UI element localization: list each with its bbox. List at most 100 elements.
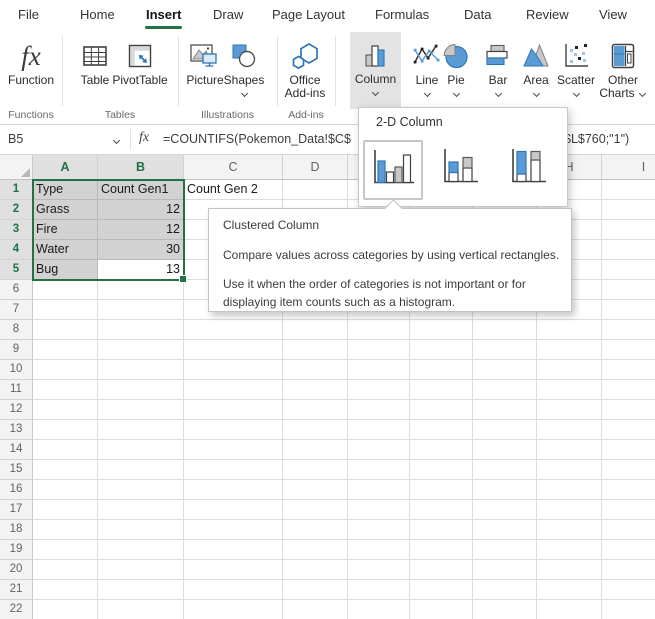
column-header-C[interactable]: C bbox=[184, 155, 283, 180]
cell-D21[interactable] bbox=[283, 580, 348, 600]
cell-B14[interactable] bbox=[98, 440, 184, 460]
cell-A18[interactable] bbox=[33, 520, 98, 540]
cell-C17[interactable] bbox=[184, 500, 283, 520]
cell-C11[interactable] bbox=[184, 380, 283, 400]
tab-review[interactable]: Review bbox=[526, 0, 569, 29]
cell-F15[interactable] bbox=[410, 460, 473, 480]
cell-D10[interactable] bbox=[283, 360, 348, 380]
cell-G11[interactable] bbox=[473, 380, 537, 400]
cell-C21[interactable] bbox=[184, 580, 283, 600]
cell-E13[interactable] bbox=[348, 420, 410, 440]
row-header-20[interactable]: 20 bbox=[0, 560, 33, 580]
row-header-5[interactable]: 5 bbox=[0, 260, 33, 280]
cell-F10[interactable] bbox=[410, 360, 473, 380]
pivottable-button[interactable]: PivotTable bbox=[112, 33, 168, 87]
cell-A7[interactable] bbox=[33, 300, 98, 320]
table-button[interactable]: Table bbox=[75, 33, 115, 87]
cell-B9[interactable] bbox=[98, 340, 184, 360]
cell-B7[interactable] bbox=[98, 300, 184, 320]
cell-I13[interactable] bbox=[602, 420, 655, 440]
column-header-I[interactable]: I bbox=[602, 155, 655, 180]
row-header-2[interactable]: 2 bbox=[0, 200, 33, 220]
cell-A14[interactable] bbox=[33, 440, 98, 460]
cell-G18[interactable] bbox=[473, 520, 537, 540]
cell-I6[interactable] bbox=[602, 280, 655, 300]
tab-home[interactable]: Home bbox=[80, 0, 115, 29]
cell-C20[interactable] bbox=[184, 560, 283, 580]
cell-B3[interactable]: 12 bbox=[98, 220, 184, 240]
cell-B13[interactable] bbox=[98, 420, 184, 440]
cell-I8[interactable] bbox=[602, 320, 655, 340]
tab-draw[interactable]: Draw bbox=[213, 0, 243, 29]
cell-B10[interactable] bbox=[98, 360, 184, 380]
cell-D15[interactable] bbox=[283, 460, 348, 480]
cell-B12[interactable] bbox=[98, 400, 184, 420]
cell-A13[interactable] bbox=[33, 420, 98, 440]
cell-G21[interactable] bbox=[473, 580, 537, 600]
cell-C15[interactable] bbox=[184, 460, 283, 480]
cell-A19[interactable] bbox=[33, 540, 98, 560]
cell-B15[interactable] bbox=[98, 460, 184, 480]
cell-F20[interactable] bbox=[410, 560, 473, 580]
cell-A8[interactable] bbox=[33, 320, 98, 340]
cell-A15[interactable] bbox=[33, 460, 98, 480]
cell-F9[interactable] bbox=[410, 340, 473, 360]
column-header-D[interactable]: D bbox=[283, 155, 348, 180]
cell-A16[interactable] bbox=[33, 480, 98, 500]
function-button[interactable]: fx Function bbox=[4, 33, 58, 87]
cell-H10[interactable] bbox=[537, 360, 602, 380]
formula-text-right[interactable]: $L$760;"1") bbox=[564, 132, 629, 146]
cell-G12[interactable] bbox=[473, 400, 537, 420]
cell-F8[interactable] bbox=[410, 320, 473, 340]
chevron-down-icon[interactable] bbox=[112, 138, 121, 144]
cell-I21[interactable] bbox=[602, 580, 655, 600]
column-header-B[interactable]: B bbox=[98, 155, 184, 180]
cell-I2[interactable] bbox=[602, 200, 655, 220]
row-header-14[interactable]: 14 bbox=[0, 440, 33, 460]
cell-I17[interactable] bbox=[602, 500, 655, 520]
cell-B19[interactable] bbox=[98, 540, 184, 560]
select-all-corner[interactable] bbox=[0, 155, 33, 180]
row-header-15[interactable]: 15 bbox=[0, 460, 33, 480]
cell-F12[interactable] bbox=[410, 400, 473, 420]
cell-A21[interactable] bbox=[33, 580, 98, 600]
cell-G14[interactable] bbox=[473, 440, 537, 460]
row-header-16[interactable]: 16 bbox=[0, 480, 33, 500]
office-addins-button[interactable]: Office Add-ins bbox=[280, 33, 330, 100]
cell-E12[interactable] bbox=[348, 400, 410, 420]
cell-A10[interactable] bbox=[33, 360, 98, 380]
cell-I20[interactable] bbox=[602, 560, 655, 580]
cell-B6[interactable] bbox=[98, 280, 184, 300]
row-header-18[interactable]: 18 bbox=[0, 520, 33, 540]
cell-E20[interactable] bbox=[348, 560, 410, 580]
row-header-6[interactable]: 6 bbox=[0, 280, 33, 300]
cell-D22[interactable] bbox=[283, 600, 348, 619]
bar-chart-button[interactable]: Bar bbox=[481, 33, 515, 97]
cell-I14[interactable] bbox=[602, 440, 655, 460]
cell-G20[interactable] bbox=[473, 560, 537, 580]
cell-C18[interactable] bbox=[184, 520, 283, 540]
cell-I3[interactable] bbox=[602, 220, 655, 240]
cell-E22[interactable] bbox=[348, 600, 410, 619]
cell-A1[interactable]: Type bbox=[33, 180, 98, 200]
cell-D1[interactable] bbox=[283, 180, 348, 200]
cell-H12[interactable] bbox=[537, 400, 602, 420]
row-header-21[interactable]: 21 bbox=[0, 580, 33, 600]
cell-H14[interactable] bbox=[537, 440, 602, 460]
cell-D20[interactable] bbox=[283, 560, 348, 580]
cell-G17[interactable] bbox=[473, 500, 537, 520]
cell-E18[interactable] bbox=[348, 520, 410, 540]
cell-B22[interactable] bbox=[98, 600, 184, 619]
cell-B5[interactable]: 13 bbox=[98, 260, 184, 280]
row-header-19[interactable]: 19 bbox=[0, 540, 33, 560]
cell-H13[interactable] bbox=[537, 420, 602, 440]
row-header-22[interactable]: 22 bbox=[0, 600, 33, 619]
cell-I1[interactable] bbox=[602, 180, 655, 200]
cell-C13[interactable] bbox=[184, 420, 283, 440]
cell-I19[interactable] bbox=[602, 540, 655, 560]
cell-I7[interactable] bbox=[602, 300, 655, 320]
pie-chart-button[interactable]: Pie bbox=[441, 33, 471, 97]
cell-F18[interactable] bbox=[410, 520, 473, 540]
column-header-A[interactable]: A bbox=[33, 155, 98, 180]
tab-insert[interactable]: Insert bbox=[146, 0, 181, 29]
